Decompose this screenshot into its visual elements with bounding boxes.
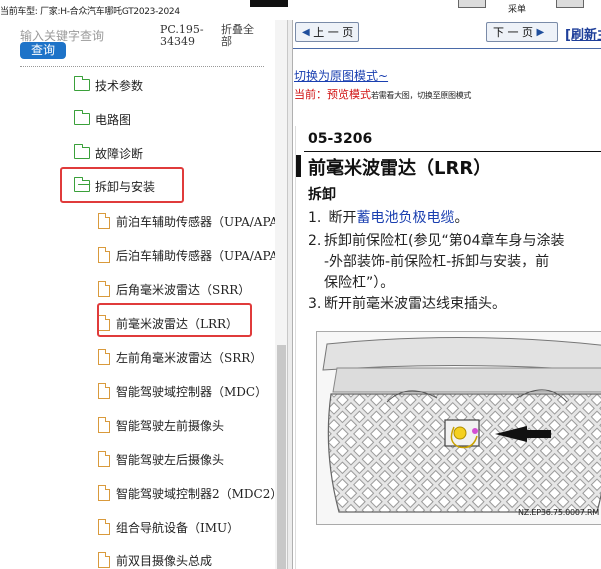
step-text: 断开: [328, 210, 357, 226]
tree-doc[interactable]: 智能驾驶左前摄像头: [98, 412, 224, 438]
arrow-right-icon: ▶: [536, 26, 545, 38]
tree-doc[interactable]: 组合导航设备（IMU）: [98, 514, 239, 540]
next-page-button[interactable]: 下 一 页 ▶: [486, 22, 558, 42]
document-icon: [98, 518, 111, 535]
tree-item-label: 电路图: [95, 112, 132, 127]
toolbar-button-right[interactable]: [556, 0, 584, 8]
procedure-step: 1. 断开蓄电池负极电缆。: [308, 208, 468, 228]
scrollbar-thumb[interactable]: [277, 345, 286, 569]
prev-page-label: 上 一 页: [313, 26, 354, 39]
divider: [20, 66, 264, 67]
document-icon: [98, 484, 111, 501]
step-text: 断开前毫米波雷达线束插头。: [324, 296, 506, 312]
tree-doc[interactable]: 左前角毫米波雷达（SRR）: [98, 344, 262, 370]
section-rule: [304, 151, 601, 152]
refresh-link[interactable]: [刷新主: [565, 24, 601, 43]
arrow-left-icon: ◀: [302, 26, 310, 38]
step-text: 。: [454, 210, 469, 226]
folder-icon: [73, 144, 90, 159]
tree-doc[interactable]: 智能驾驶域控制器（MDC）: [98, 378, 267, 404]
tree-doc[interactable]: 前双目摄像头总成: [98, 547, 212, 569]
folder-icon: [73, 76, 90, 91]
toolbar-button-left[interactable]: [458, 0, 486, 8]
current-mode-value: 预览模式: [327, 88, 371, 101]
collapse-all-button[interactable]: 折叠全部: [221, 24, 257, 48]
procedure-step: 2. 拆卸前保险杠(参见“第04章车身与涂装: [308, 231, 565, 251]
current-mode-hint: 若需看大图，切换至原图模式: [371, 91, 472, 100]
procedure-heading: 拆卸: [308, 187, 336, 203]
divider: [293, 48, 601, 49]
tree-item-label: 左前角毫米波雷达（SRR）: [116, 350, 263, 365]
step-number: 2.: [308, 233, 322, 249]
step-text: 保险杠”）。: [324, 275, 395, 291]
procedure-step-cont: 保险杠”）。: [324, 273, 394, 293]
switch-original-mode-link[interactable]: 切换为原图模式~: [294, 67, 388, 84]
tree-doc[interactable]: 后泊车辅助传感器（UPA/APA）: [98, 242, 288, 268]
tree-doc[interactable]: 智能驾驶左后摄像头: [98, 446, 224, 472]
section-code: 05-3206: [308, 131, 373, 147]
document-icon: [98, 212, 111, 229]
battery-cable-link[interactable]: 蓄电池负极电缆: [356, 210, 454, 226]
prev-page-button[interactable]: ◀ 上 一 页: [295, 22, 359, 42]
tree-item-label: 智能驾驶域控制器2（MDC2）: [116, 486, 283, 501]
tree-item-label: 技术参数: [95, 78, 144, 93]
tree-folder-diagnosis[interactable]: 故障诊断: [73, 140, 144, 166]
document-icon: [98, 416, 111, 433]
procedure-step-cont: -外部装饰-前保险杠-拆卸与安装，前: [324, 252, 549, 272]
tree-item-label: 前双目摄像头总成: [116, 553, 213, 568]
tree-folder-tech-params[interactable]: 技术参数: [73, 72, 144, 98]
document-icon: [98, 280, 111, 297]
step-text: 拆卸前保险杠(参见“第04章车身与涂装: [324, 233, 565, 249]
section-title: 前毫米波雷达（LRR）: [308, 158, 492, 179]
vehicle-info: 当前车型: 厂家:H-合众汽车哪吒GT2023-2024: [0, 7, 180, 17]
manual-page: 05-3206 前毫米波雷达（LRR） 拆卸 1. 断开蓄电池负极电缆。 2. 拆…: [295, 126, 601, 569]
tree-item-label: 组合导航设备（IMU）: [116, 520, 240, 535]
tree-item-label: 后角毫米波雷达（SRR）: [116, 282, 251, 297]
navigation-pane: 查询 PC.195-34349 折叠全部 技术参数 电路图 故障诊断 拆卸与安装…: [0, 20, 288, 569]
next-page-label: 下 一 页: [493, 26, 533, 39]
highlight-box: [97, 303, 252, 337]
tree-doc[interactable]: 前泊车辅助传感器（UPA/APA）: [98, 208, 288, 234]
document-icon: [98, 382, 111, 399]
tree-item-label: 智能驾驶左前摄像头: [116, 418, 225, 433]
tree-doc[interactable]: 智能驾驶域控制器2（MDC2）: [98, 480, 282, 506]
title-marker: [296, 155, 301, 177]
toolbar-dark-strip: [250, 0, 288, 7]
highlight-box: [60, 167, 184, 203]
bumper-radar-figure: [316, 331, 601, 525]
step-number: 1.: [308, 210, 322, 226]
step-number: 3.: [308, 296, 322, 312]
current-mode-line: 当前：预览模式若需看大图，切换至原图模式: [294, 83, 471, 102]
tree-folder-wiring[interactable]: 电路图: [73, 106, 132, 132]
document-icon: [98, 348, 111, 365]
procedure-step: 3. 断开前毫米波雷达线束插头。: [308, 294, 506, 314]
document-viewer: ◀ 上 一 页 下 一 页 ▶ [刷新主 切换为原图模式~ 当前：预览模式若需看…: [293, 20, 601, 569]
tree-doc[interactable]: 后角毫米波雷达（SRR）: [98, 276, 250, 302]
model-code: PC.195-34349: [160, 23, 204, 48]
search-button[interactable]: 查询: [20, 42, 66, 59]
document-icon: [98, 551, 111, 568]
top-bar: 当前车型: 厂家:H-合众汽车哪吒GT2023-2024 采单: [0, 0, 601, 20]
document-icon: [98, 450, 111, 467]
step-text: -外部装饰-前保险杠-拆卸与安装，前: [324, 254, 550, 270]
current-mode-label: 当前：: [294, 88, 327, 101]
figure-illustration: [317, 332, 601, 524]
toolbar-menu-label[interactable]: 采单: [508, 2, 526, 15]
tree-item-label: 前泊车辅助传感器（UPA/APA）: [116, 214, 288, 229]
folder-icon: [73, 110, 90, 125]
tree-item-label: 智能驾驶域控制器（MDC）: [116, 384, 268, 399]
figure-code: NZ.EP36.75.0007.RM: [518, 508, 600, 517]
tree-item-label: 故障诊断: [95, 146, 144, 161]
tree-item-label: 后泊车辅助传感器（UPA/APA）: [116, 248, 288, 263]
tree-item-label: 智能驾驶左后摄像头: [116, 452, 225, 467]
document-icon: [98, 246, 111, 263]
